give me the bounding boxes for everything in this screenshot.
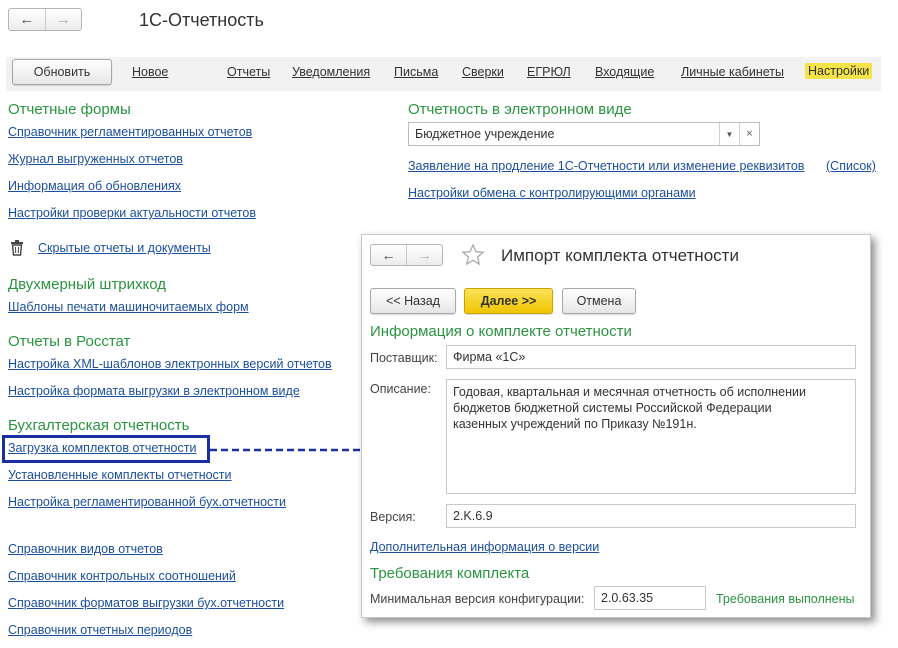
link-hidden-reports[interactable]: Скрытые отчеты и документы [38, 241, 211, 255]
toolbar-settings[interactable]: Настройки [805, 63, 873, 79]
highlight-frame [2, 435, 210, 463]
close-icon[interactable]: × [739, 123, 759, 145]
link-relevance-settings[interactable]: Настройки проверки актуальности отчетов [8, 206, 256, 220]
link-installed-sets[interactable]: Установленные комплекты отчетности [8, 468, 232, 482]
requirements-status: Требования выполнены [716, 592, 855, 606]
section-title-accounting: Бухгалтерская отчетность [8, 417, 190, 434]
dialog-history-nav: ← → [370, 244, 443, 266]
info-section-title: Информация о комплекте отчетности [370, 323, 632, 340]
link-renewal-application[interactable]: Заявление на продление 1С-Отчетности или… [408, 159, 804, 173]
toolbar-egrul[interactable]: ЕГРЮЛ [527, 65, 571, 79]
supplier-label: Поставщик: [370, 351, 438, 365]
history-nav: ← → [8, 8, 82, 31]
link-exported-journal[interactable]: Журнал выгруженных отчетов [8, 152, 183, 166]
link-export-formats-catalog[interactable]: Справочник форматов выгрузки бух.отчетно… [8, 596, 284, 610]
toolbar-reconciliations[interactable]: Сверки [462, 65, 504, 79]
toolbar-personal-accounts[interactable]: Личные кабинеты [681, 65, 784, 79]
section-title-rosstat: Отчеты в Росстат [8, 333, 131, 350]
link-xml-templates[interactable]: Настройка XML-шаблонов электронных верси… [8, 357, 332, 371]
cancel-button[interactable]: Отмена [562, 288, 636, 314]
link-updates-info[interactable]: Информация об обновлениях [8, 179, 181, 193]
link-report-periods[interactable]: Справочник отчетных периодов [8, 623, 192, 637]
toolbar-letters[interactable]: Письма [394, 65, 438, 79]
link-export-format[interactable]: Настройка формата выгрузки в электронном… [8, 384, 300, 398]
toolbar-incoming[interactable]: Входящие [595, 65, 654, 79]
section-title-barcode: Двухмерный штрихкод [8, 276, 167, 293]
link-list[interactable]: (Список) [826, 159, 876, 173]
link-report-types[interactable]: Справочник видов отчетов [8, 542, 163, 556]
refresh-button[interactable]: Обновить [12, 59, 112, 85]
link-reg-reports-catalog[interactable]: Справочник регламентированных отчетов [8, 125, 252, 139]
min-config-label: Минимальная версия конфигурации: [370, 592, 585, 606]
requirements-section-title: Требования комплекта [370, 565, 530, 582]
link-print-templates[interactable]: Шаблоны печати машиночитаемых форм [8, 300, 249, 314]
description-label: Описание: [370, 382, 431, 396]
star-icon[interactable] [461, 243, 485, 267]
section-title-electronic: Отчетность в электронном виде [408, 101, 632, 118]
chevron-down-icon[interactable]: ▼ [719, 123, 739, 145]
version-label: Версия: [370, 510, 416, 524]
link-version-info[interactable]: Дополнительная информация о версии [370, 540, 599, 554]
dialog-title: Импорт комплекта отчетности [501, 246, 739, 265]
trash-icon [11, 240, 23, 256]
toolbar-new[interactable]: Новое [132, 65, 168, 79]
link-accounting-settings[interactable]: Настройка регламентированной бух.отчетно… [8, 495, 286, 509]
import-dialog: ← → Импорт комплекта отчетности << Назад… [361, 234, 871, 618]
toolbar-reports[interactable]: Отчеты [227, 65, 270, 79]
back-button[interactable]: << Назад [370, 288, 456, 314]
min-config-field[interactable]: 2.0.63.35 [594, 586, 706, 610]
toolbar: Обновить Новое Отчеты Уведомления Письма… [6, 57, 881, 91]
section-title-report-forms: Отчетные формы [8, 101, 131, 118]
link-exchange-settings[interactable]: Настройки обмена с контролирующими орган… [408, 186, 696, 200]
forward-arrow-icon[interactable]: → [406, 245, 442, 265]
back-arrow-icon[interactable]: ← [9, 9, 45, 30]
supplier-field[interactable]: Фирма «1С» [446, 345, 856, 369]
org-type-value: Бюджетное учреждение [415, 127, 555, 141]
next-button[interactable]: Далее >> [464, 288, 553, 314]
link-control-ratios[interactable]: Справочник контрольных соотношений [8, 569, 236, 583]
toolbar-notifications[interactable]: Уведомления [292, 65, 370, 79]
pointer-arrow-icon [210, 444, 383, 456]
app-title: 1С-Отчетность [139, 10, 264, 30]
version-field[interactable]: 2.K.6.9 [446, 504, 856, 528]
description-field[interactable]: Годовая, квартальная и месячная отчетнос… [446, 379, 856, 494]
forward-arrow-icon[interactable]: → [44, 9, 82, 30]
org-type-select[interactable]: Бюджетное учреждение ▼ × [408, 122, 760, 146]
back-arrow-icon[interactable]: ← [371, 245, 406, 265]
